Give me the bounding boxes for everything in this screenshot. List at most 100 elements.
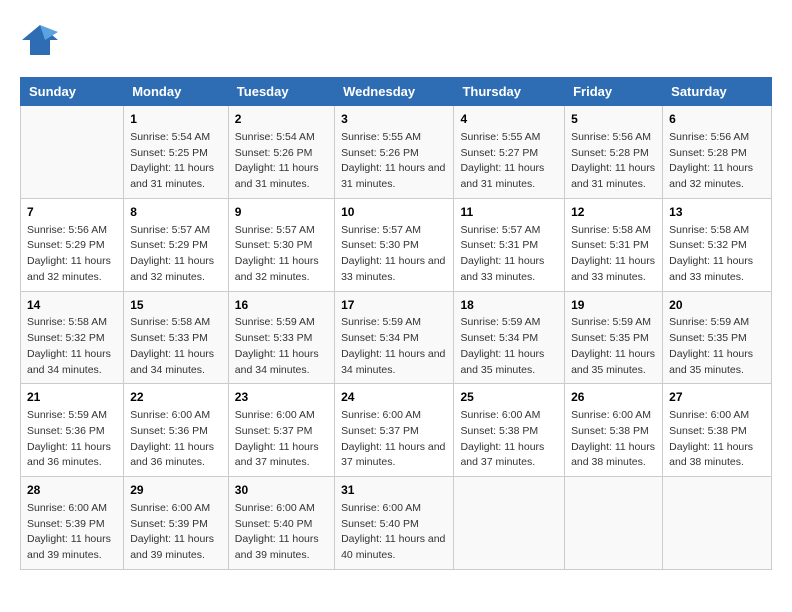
- day-info: Sunrise: 6:00 AMSunset: 5:38 PMDaylight:…: [571, 409, 655, 468]
- calendar-cell: 17 Sunrise: 5:59 AMSunset: 5:34 PMDayligh…: [335, 291, 454, 384]
- calendar-cell: 24Sunrise: 6:00 AMSunset: 5:37 PMDayligh…: [335, 384, 454, 477]
- calendar-cell: 27 Sunrise: 6:00 AMSunset: 5:38 PMDayligh…: [663, 384, 772, 477]
- day-info: Sunrise: 5:55 AMSunset: 5:26 PMDaylight:…: [341, 131, 445, 190]
- day-number: 21: [27, 389, 117, 406]
- calendar-cell: [663, 477, 772, 570]
- week-row-4: 21 Sunrise: 5:59 AMSunset: 5:36 PMDayligh…: [21, 384, 772, 477]
- day-info: Sunrise: 5:59 AMSunset: 5:34 PMDaylight:…: [460, 316, 544, 375]
- page-header: [20, 20, 772, 67]
- calendar-cell: [454, 477, 565, 570]
- calendar-cell: 25 Sunrise: 6:00 AMSunset: 5:38 PMDayligh…: [454, 384, 565, 477]
- day-info: Sunrise: 6:00 AMSunset: 5:38 PMDaylight:…: [669, 409, 753, 468]
- day-info: Sunrise: 5:56 AMSunset: 5:29 PMDaylight:…: [27, 224, 111, 283]
- calendar-cell: 29Sunrise: 6:00 AMSunset: 5:39 PMDayligh…: [124, 477, 229, 570]
- column-header-monday: Monday: [124, 78, 229, 106]
- calendar-cell: 6Sunrise: 5:56 AMSunset: 5:28 PMDaylight…: [663, 106, 772, 199]
- day-info: Sunrise: 5:58 AMSunset: 5:32 PMDaylight:…: [669, 224, 753, 283]
- day-number: 31: [341, 482, 447, 499]
- day-info: Sunrise: 5:55 AMSunset: 5:27 PMDaylight:…: [460, 131, 544, 190]
- calendar-cell: 18 Sunrise: 5:59 AMSunset: 5:34 PMDayligh…: [454, 291, 565, 384]
- day-number: 19: [571, 297, 656, 314]
- day-info: Sunrise: 5:56 AMSunset: 5:28 PMDaylight:…: [571, 131, 655, 190]
- day-number: 28: [27, 482, 117, 499]
- week-row-2: 7 Sunrise: 5:56 AMSunset: 5:29 PMDaylight…: [21, 198, 772, 291]
- calendar-table: SundayMondayTuesdayWednesdayThursdayFrid…: [20, 77, 772, 570]
- day-info: Sunrise: 6:00 AMSunset: 5:39 PMDaylight:…: [130, 502, 214, 561]
- calendar-cell: 21 Sunrise: 5:59 AMSunset: 5:36 PMDayligh…: [21, 384, 124, 477]
- column-header-wednesday: Wednesday: [335, 78, 454, 106]
- calendar-cell: 26 Sunrise: 6:00 AMSunset: 5:38 PMDayligh…: [565, 384, 663, 477]
- calendar-cell: 31 Sunrise: 6:00 AMSunset: 5:40 PMDayligh…: [335, 477, 454, 570]
- day-info: Sunrise: 5:59 AMSunset: 5:33 PMDaylight:…: [235, 316, 319, 375]
- day-number: 13: [669, 204, 765, 221]
- week-row-5: 28 Sunrise: 6:00 AMSunset: 5:39 PMDayligh…: [21, 477, 772, 570]
- day-number: 30: [235, 482, 328, 499]
- column-header-tuesday: Tuesday: [228, 78, 334, 106]
- calendar-cell: 16 Sunrise: 5:59 AMSunset: 5:33 PMDayligh…: [228, 291, 334, 384]
- day-number: 7: [27, 204, 117, 221]
- calendar-cell: 4 Sunrise: 5:55 AMSunset: 5:27 PMDaylight…: [454, 106, 565, 199]
- day-info: Sunrise: 6:00 AMSunset: 5:38 PMDaylight:…: [460, 409, 544, 468]
- day-number: 5: [571, 111, 656, 128]
- column-header-friday: Friday: [565, 78, 663, 106]
- day-info: Sunrise: 5:58 AMSunset: 5:33 PMDaylight:…: [130, 316, 214, 375]
- day-info: Sunrise: 5:57 AMSunset: 5:29 PMDaylight:…: [130, 224, 214, 283]
- calendar-cell: 11Sunrise: 5:57 AMSunset: 5:31 PMDayligh…: [454, 198, 565, 291]
- day-info: Sunrise: 5:57 AMSunset: 5:30 PMDaylight:…: [341, 224, 445, 283]
- calendar-cell: 8 Sunrise: 5:57 AMSunset: 5:29 PMDaylight…: [124, 198, 229, 291]
- calendar-cell: 9Sunrise: 5:57 AMSunset: 5:30 PMDaylight…: [228, 198, 334, 291]
- calendar-header: SundayMondayTuesdayWednesdayThursdayFrid…: [21, 78, 772, 106]
- calendar-cell: [565, 477, 663, 570]
- day-number: 17: [341, 297, 447, 314]
- column-header-sunday: Sunday: [21, 78, 124, 106]
- calendar-cell: 19 Sunrise: 5:59 AMSunset: 5:35 PMDayligh…: [565, 291, 663, 384]
- calendar-body: 1Sunrise: 5:54 AMSunset: 5:25 PMDaylight…: [21, 106, 772, 570]
- header-row: SundayMondayTuesdayWednesdayThursdayFrid…: [21, 78, 772, 106]
- day-number: 23: [235, 389, 328, 406]
- day-number: 18: [460, 297, 558, 314]
- logo: [20, 20, 64, 67]
- calendar-cell: 13 Sunrise: 5:58 AMSunset: 5:32 PMDayligh…: [663, 198, 772, 291]
- day-number: 4: [460, 111, 558, 128]
- calendar-cell: 30Sunrise: 6:00 AMSunset: 5:40 PMDayligh…: [228, 477, 334, 570]
- day-info: Sunrise: 5:58 AMSunset: 5:32 PMDaylight:…: [27, 316, 111, 375]
- day-number: 26: [571, 389, 656, 406]
- week-row-3: 14Sunrise: 5:58 AMSunset: 5:32 PMDayligh…: [21, 291, 772, 384]
- day-info: Sunrise: 5:59 AMSunset: 5:34 PMDaylight:…: [341, 316, 445, 375]
- day-number: 8: [130, 204, 222, 221]
- calendar-cell: 14Sunrise: 5:58 AMSunset: 5:32 PMDayligh…: [21, 291, 124, 384]
- day-number: 11: [460, 204, 558, 221]
- day-number: 27: [669, 389, 765, 406]
- day-number: 12: [571, 204, 656, 221]
- day-info: Sunrise: 6:00 AMSunset: 5:39 PMDaylight:…: [27, 502, 111, 561]
- day-number: 10: [341, 204, 447, 221]
- day-number: 1: [130, 111, 222, 128]
- calendar-cell: 7 Sunrise: 5:56 AMSunset: 5:29 PMDaylight…: [21, 198, 124, 291]
- day-info: Sunrise: 5:59 AMSunset: 5:35 PMDaylight:…: [669, 316, 753, 375]
- calendar-cell: 3Sunrise: 5:55 AMSunset: 5:26 PMDaylight…: [335, 106, 454, 199]
- logo-icon: [20, 20, 60, 67]
- day-number: 25: [460, 389, 558, 406]
- day-info: Sunrise: 6:00 AMSunset: 5:37 PMDaylight:…: [235, 409, 319, 468]
- day-info: Sunrise: 5:56 AMSunset: 5:28 PMDaylight:…: [669, 131, 753, 190]
- calendar-cell: 12Sunrise: 5:58 AMSunset: 5:31 PMDayligh…: [565, 198, 663, 291]
- day-info: Sunrise: 6:00 AMSunset: 5:36 PMDaylight:…: [130, 409, 214, 468]
- day-number: 9: [235, 204, 328, 221]
- calendar-cell: 20 Sunrise: 5:59 AMSunset: 5:35 PMDayligh…: [663, 291, 772, 384]
- day-info: Sunrise: 6:00 AMSunset: 5:40 PMDaylight:…: [341, 502, 445, 561]
- day-number: 16: [235, 297, 328, 314]
- day-number: 15: [130, 297, 222, 314]
- day-info: Sunrise: 5:54 AMSunset: 5:26 PMDaylight:…: [235, 131, 319, 190]
- column-header-thursday: Thursday: [454, 78, 565, 106]
- day-info: Sunrise: 5:59 AMSunset: 5:36 PMDaylight:…: [27, 409, 111, 468]
- calendar-cell: 23 Sunrise: 6:00 AMSunset: 5:37 PMDayligh…: [228, 384, 334, 477]
- day-number: 20: [669, 297, 765, 314]
- day-info: Sunrise: 5:59 AMSunset: 5:35 PMDaylight:…: [571, 316, 655, 375]
- calendar-cell: 2 Sunrise: 5:54 AMSunset: 5:26 PMDaylight…: [228, 106, 334, 199]
- calendar-cell: 1Sunrise: 5:54 AMSunset: 5:25 PMDaylight…: [124, 106, 229, 199]
- day-number: 22: [130, 389, 222, 406]
- column-header-saturday: Saturday: [663, 78, 772, 106]
- day-number: 2: [235, 111, 328, 128]
- calendar-cell: 28 Sunrise: 6:00 AMSunset: 5:39 PMDayligh…: [21, 477, 124, 570]
- calendar-cell: 22 Sunrise: 6:00 AMSunset: 5:36 PMDayligh…: [124, 384, 229, 477]
